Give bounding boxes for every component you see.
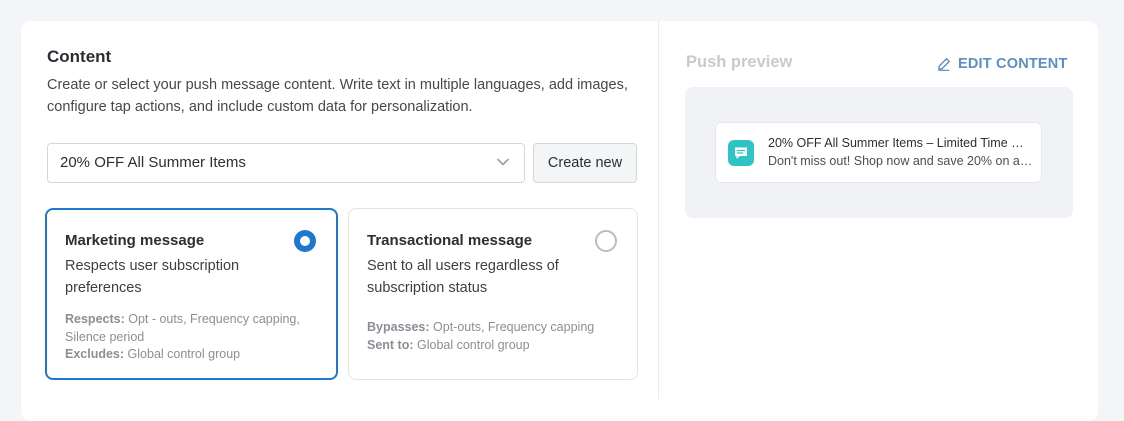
pencil-icon [938,58,950,71]
transactional-bypasses-line: Bypasses: Opt-outs, Frequency capping [367,319,622,337]
panel-divider [658,21,659,399]
content-select[interactable]: 20% OFF All Summer Items [47,143,525,183]
marketing-message-description: Respects user subscription preferences [65,258,240,296]
create-new-button[interactable]: Create new [533,143,637,183]
marketing-message-meta: Respects: Opt - outs, Frequency capping,… [65,311,320,364]
marketing-excludes-line: Excludes: Global control group [65,346,320,364]
push-notification-preview: 20% OFF All Summer Items – Limited Time … [715,122,1042,183]
bypasses-value: Opt-outs, Frequency capping [429,320,595,334]
transactional-radio[interactable] [595,230,617,252]
transactional-message-title: Transactional message [367,232,533,249]
notification-body: Don't miss out! Shop now and save 20% on… [768,154,1033,168]
marketing-message-title: Marketing message [65,232,205,249]
marketing-message-card[interactable]: Marketing message Respects user subscrip… [45,208,338,380]
transactional-message-card[interactable]: Transactional message Sent to all users … [348,208,638,380]
excludes-value: Global control group [124,347,241,361]
marketing-respects-line: Respects: Opt - outs, Frequency capping,… [65,311,320,346]
transactional-message-meta: Bypasses: Opt-outs, Frequency capping Se… [367,319,622,354]
chevron-down-icon [496,155,510,169]
content-description: Create or select your push message conte… [47,77,628,115]
excludes-label: Excludes: [65,347,125,361]
bypasses-label: Bypasses: [367,320,430,334]
notification-title: 20% OFF All Summer Items – Limited Time … [768,136,1033,150]
edit-content-label: EDIT CONTENT [958,56,1068,72]
respects-label: Respects: [65,312,125,326]
edit-content-link[interactable]: EDIT CONTENT [937,54,1068,74]
content-title: Content [47,47,112,66]
marketing-radio[interactable] [294,230,316,252]
transactional-sentto-line: Sent to: Global control group [367,337,622,355]
sent-to-label: Sent to: [367,337,414,352]
transactional-message-description: Sent to all users regardless of subscrip… [367,258,559,296]
sent-to-value: Global control group [413,337,530,352]
push-preview-title: Push preview [686,53,793,71]
content-select-value: 20% OFF All Summer Items [60,154,246,171]
chat-bubble-icon [728,140,754,166]
